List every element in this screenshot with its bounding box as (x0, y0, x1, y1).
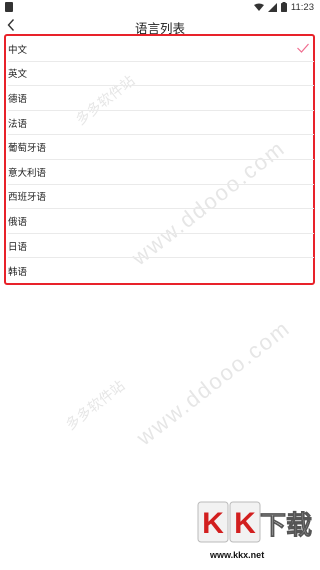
language-item-russian[interactable]: 俄语 (8, 209, 314, 234)
svg-text:K: K (234, 507, 256, 540)
notification-icon (5, 2, 13, 12)
language-label: 俄语 (8, 216, 28, 228)
language-label: 英文 (8, 69, 28, 81)
language-label: 日语 (8, 241, 28, 253)
language-item-korean[interactable]: 韩语 (8, 258, 314, 283)
svg-text:K: K (202, 507, 224, 540)
language-item-french[interactable]: 法语 (8, 111, 314, 136)
language-item-german[interactable]: 德语 (8, 86, 314, 111)
watermark-brand-lower: 多多软件站 (62, 377, 128, 433)
language-label: 中文 (8, 44, 28, 56)
language-label: 德语 (8, 93, 28, 105)
language-item-english[interactable]: 英文 (8, 62, 314, 87)
watermark-url-lower: www.ddooo.com (131, 315, 295, 451)
language-label: 意大利语 (8, 167, 47, 179)
checkmark-icon (297, 43, 309, 53)
battery-icon (280, 2, 287, 12)
kk-domain-watermark: www.kkx.net (210, 550, 265, 560)
language-list: 中文 英文 德语 法语 葡萄牙语 意大利语 西班牙语 俄语 日语 韩语 (8, 37, 314, 283)
language-item-italian[interactable]: 意大利语 (8, 160, 314, 185)
kk-logo-watermark: K K 下载 (197, 501, 312, 543)
svg-text:下载: 下载 (260, 511, 312, 541)
language-item-chinese[interactable]: 中文 (8, 37, 314, 62)
language-item-spanish[interactable]: 西班牙语 (8, 185, 314, 210)
language-item-japanese[interactable]: 日语 (8, 234, 314, 259)
wifi-icon (253, 3, 264, 11)
language-label: 法语 (8, 118, 28, 130)
status-time: 11:23 (290, 1, 314, 13)
language-label: 葡萄牙语 (8, 143, 47, 155)
language-item-portuguese[interactable]: 葡萄牙语 (8, 135, 314, 160)
language-label: 西班牙语 (8, 192, 47, 204)
language-label: 韩语 (8, 266, 28, 278)
signal-icon (267, 2, 277, 12)
status-right: 11:23 (253, 0, 314, 14)
status-bar: 11:23 (0, 0, 320, 14)
